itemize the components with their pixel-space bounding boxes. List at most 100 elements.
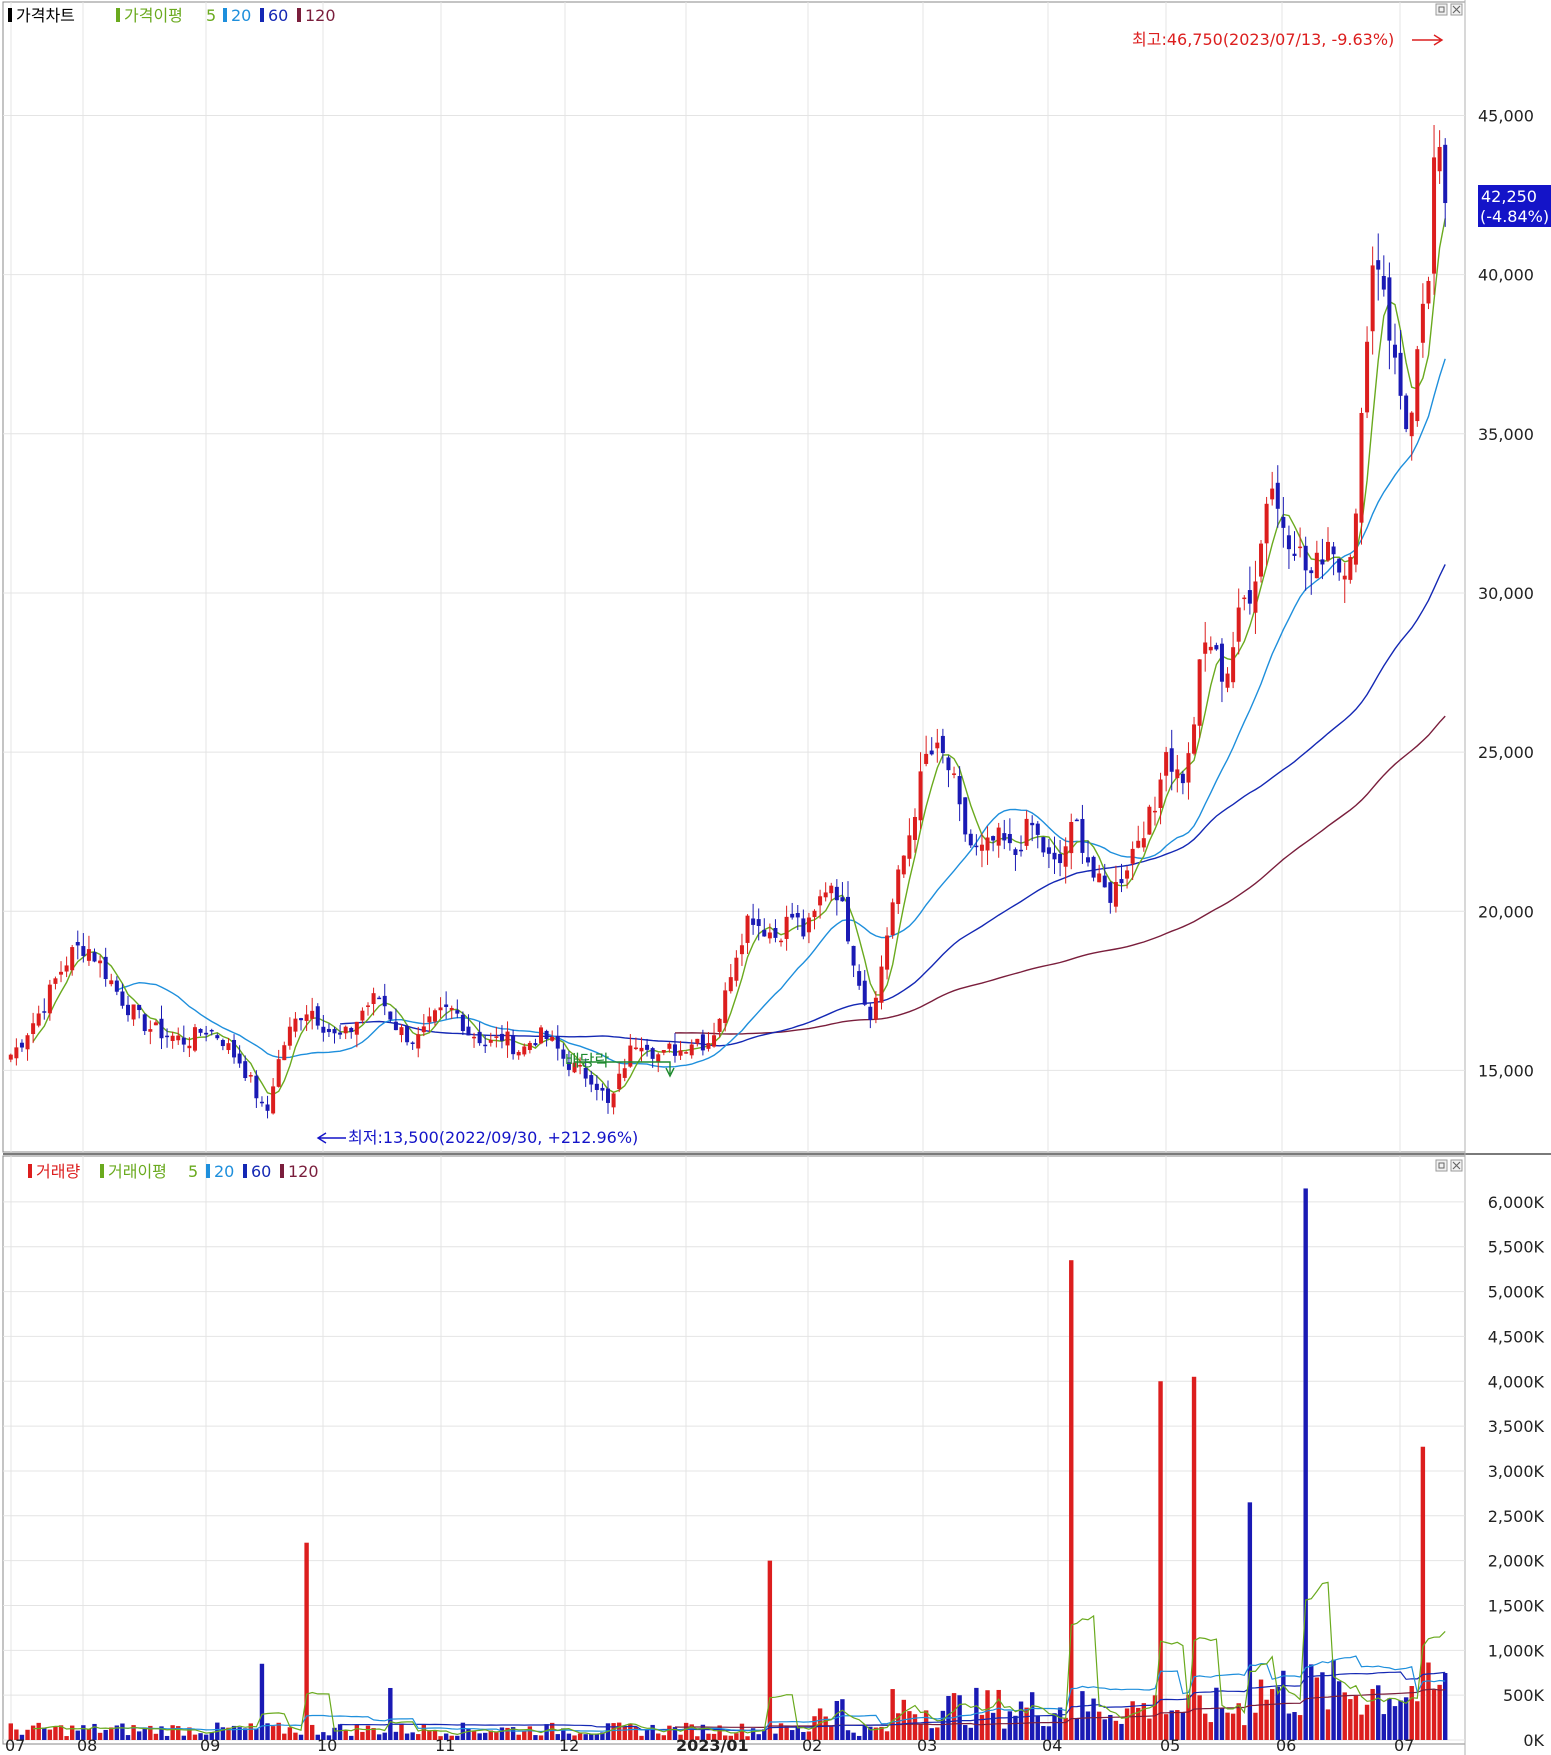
candle-body [338, 1032, 343, 1035]
candle-body [47, 984, 52, 1014]
candle-body [1046, 847, 1051, 854]
candle-body [276, 1059, 281, 1087]
x-tick-label: 10 [317, 1736, 337, 1755]
volume-bar [393, 1731, 399, 1740]
candle-body [979, 844, 984, 851]
candle-body [14, 1047, 19, 1059]
volume-bar [399, 1723, 404, 1740]
volume-y-tick: 2,000K [1488, 1552, 1545, 1571]
volume-bar [1225, 1712, 1230, 1740]
volume-bar [343, 1730, 348, 1740]
candle-body [59, 971, 64, 975]
volume-bar [1325, 1709, 1331, 1740]
candle-body [600, 1087, 605, 1091]
candle-body [1125, 870, 1130, 879]
candle-body [120, 991, 125, 1006]
y-axis-ticks: 45,000 40,000 35,000 30,000 25,000 20,000 15,0… [1478, 106, 1545, 1750]
volume-y-tick: 6,000K [1488, 1193, 1545, 1212]
candle-body [806, 917, 811, 933]
volume-bar [856, 1735, 862, 1740]
candle-body [1102, 875, 1107, 888]
candle-body [996, 827, 1001, 846]
volume-bar [248, 1723, 253, 1740]
volume-y-tick: 3,000K [1488, 1462, 1545, 1481]
volume-bar [455, 1735, 460, 1740]
candle-body [410, 1042, 415, 1044]
legend-vma120: 120 [288, 1162, 319, 1181]
volume-bar [254, 1728, 259, 1740]
price-y-tick: 35,000 [1478, 425, 1534, 444]
candle-body [1415, 349, 1420, 422]
volume-bar [1415, 1701, 1420, 1740]
legend-title-price: 가격차트 [16, 6, 75, 25]
candle-body [901, 855, 906, 875]
candle-body [1326, 541, 1330, 561]
volume-y-tick: 0K [1523, 1731, 1544, 1750]
volume-bar [103, 1729, 108, 1740]
x-tick-label: 03 [917, 1736, 937, 1755]
volume-bar [170, 1725, 175, 1740]
candle-body [1404, 395, 1409, 430]
candle-body [734, 957, 739, 981]
candle-body [812, 910, 817, 918]
candle-body [511, 1035, 516, 1055]
maximize-icon[interactable] [1435, 1159, 1448, 1172]
candle-body [862, 980, 867, 1005]
stock-chart-window: 45,000 40,000 35,000 30,000 25,000 20,000 15,0… [0, 0, 1551, 1755]
price-panel [2, 1, 1466, 1153]
candle-body [527, 1042, 532, 1051]
volume-bar [1364, 1704, 1370, 1740]
candle-body [19, 1042, 24, 1048]
volume-bar [890, 1689, 895, 1740]
candle-body [75, 942, 80, 946]
candle-body [628, 1045, 633, 1067]
volume-panel [2, 1155, 1466, 1745]
price-y-tick: 45,000 [1478, 106, 1534, 125]
candle-body [1342, 575, 1347, 580]
maximize-icon[interactable] [1435, 3, 1448, 16]
volume-bar [538, 1735, 544, 1740]
candle-body [64, 965, 69, 972]
candle-body [1426, 280, 1431, 304]
candle-body [472, 1036, 477, 1039]
price-legend[interactable]: 가격차트 가격이평 5 20 60 120 [8, 6, 336, 25]
volume-bar [471, 1731, 477, 1740]
candle-body [1113, 882, 1118, 907]
candle-body [851, 945, 856, 966]
candle-body [1074, 819, 1079, 822]
volume-bar [907, 1711, 912, 1740]
volume-bar [304, 1542, 309, 1740]
high-annotation-text: 최고:46,750(2023/07/13, -9.63%) [1132, 30, 1394, 49]
volume-bar [181, 1735, 187, 1740]
legend-vma5: 5 [188, 1162, 198, 1181]
volume-bar [650, 1724, 655, 1740]
volume-bar [1242, 1725, 1247, 1740]
x-tick-label: 08 [77, 1736, 97, 1755]
volume-bar [1214, 1687, 1219, 1740]
chart-canvas[interactable]: 45,000 40,000 35,000 30,000 25,000 20,000 15,0… [0, 0, 1551, 1755]
candle-body [159, 1018, 164, 1039]
volume-bar [410, 1732, 415, 1740]
volume-bar [940, 1710, 946, 1740]
candle-body [617, 1073, 622, 1090]
candle-body [695, 1038, 700, 1044]
volume-bar [1013, 1715, 1018, 1740]
volume-bar [789, 1730, 795, 1740]
x-tick-label: 06 [1276, 1736, 1296, 1755]
volume-bar [1180, 1712, 1186, 1740]
volume-bar [499, 1727, 505, 1740]
candle-body [544, 1030, 549, 1040]
candle-body [81, 946, 86, 956]
candle-body [846, 896, 850, 942]
candle-body [293, 1018, 298, 1032]
candle-body [8, 1054, 13, 1060]
volume-bar [1085, 1711, 1091, 1740]
volume-bar [382, 1732, 387, 1740]
volume-bar [1130, 1701, 1135, 1740]
candle-body [779, 940, 784, 943]
candle-body [1270, 488, 1275, 500]
candle-body [232, 1039, 237, 1058]
candle-body [304, 1014, 309, 1021]
volume-bar [1303, 1188, 1308, 1740]
volume-y-tick: 4,000K [1488, 1372, 1545, 1391]
